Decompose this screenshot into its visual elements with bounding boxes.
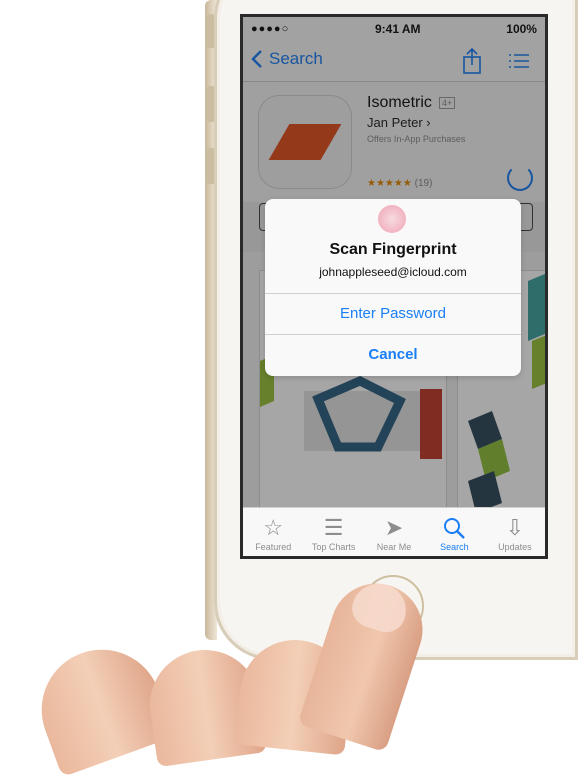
enter-password-button[interactable]: Enter Password: [265, 293, 521, 334]
star-icon: ☆: [263, 515, 284, 540]
tab-label: Top Charts: [311, 542, 356, 552]
search-icon: [444, 518, 466, 539]
tab-updates[interactable]: ⇩ Updates: [485, 508, 545, 556]
download-icon: ⇩: [505, 515, 525, 540]
tab-featured[interactable]: ☆ Featured: [243, 508, 303, 556]
touch-id-alert: Scan Fingerprint johnappleseed@icloud.co…: [265, 199, 521, 376]
fingerprint-icon: [378, 205, 406, 233]
tab-bar: ☆ Featured ☰ Top Charts ➤ Near Me Search…: [243, 507, 545, 556]
tab-top-charts[interactable]: ☰ Top Charts: [303, 508, 363, 556]
tab-search[interactable]: Search: [424, 508, 484, 556]
cancel-button[interactable]: Cancel: [265, 334, 521, 375]
tab-label: Near Me: [376, 542, 412, 552]
list-icon: ☰: [323, 515, 344, 540]
tab-label: Search: [440, 542, 469, 552]
tab-near-me[interactable]: ➤ Near Me: [364, 508, 424, 556]
tab-label: Updates: [498, 542, 532, 552]
location-icon: ➤: [384, 515, 404, 540]
alert-account: johnappleseed@icloud.com: [319, 265, 467, 279]
alert-title: Scan Fingerprint: [329, 241, 457, 258]
tab-label: Featured: [255, 542, 292, 552]
